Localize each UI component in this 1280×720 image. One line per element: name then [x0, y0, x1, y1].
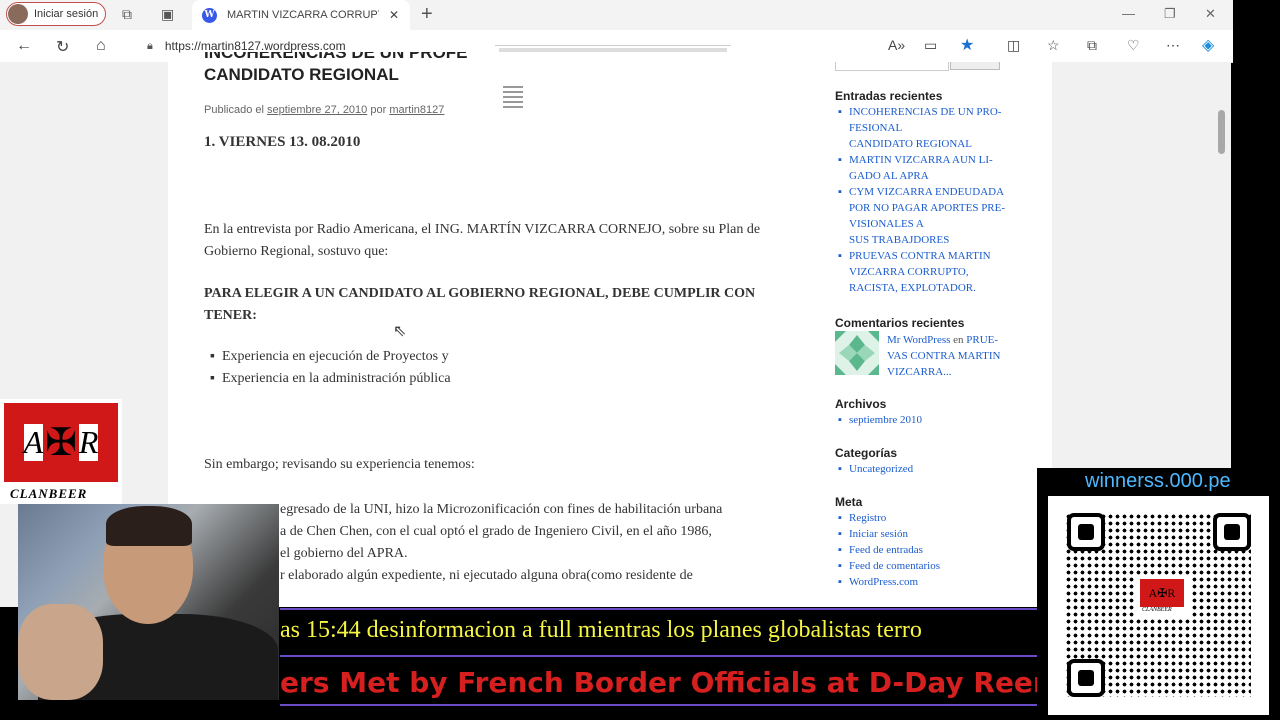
- recent-post-link[interactable]: ▪ PRUEVAS CONTRA MARTIN VIZCARRA CORRUPTO,…: [838, 248, 1018, 296]
- meta-link[interactable]: ▪ Iniciar sesión: [838, 526, 978, 542]
- workspaces-icon[interactable]: ⧉: [122, 6, 132, 23]
- commenter-avatar: [835, 331, 879, 375]
- recent-posts-title: Entradas recientes: [835, 89, 943, 103]
- comment-post-link[interactable]: PRUE-: [966, 334, 998, 346]
- left-black-strip: [0, 607, 18, 720]
- tab-close-icon[interactable]: ✕: [389, 8, 399, 22]
- meta-title: Meta: [835, 495, 863, 509]
- active-tab[interactable]: W MARTIN VIZCARRA CORRUPTO, R ✕: [192, 0, 410, 30]
- mouse-cursor-icon: ⇖: [393, 323, 407, 340]
- copilot-icon[interactable]: ◈: [1202, 35, 1214, 55]
- embedded-screenshot-image: [495, 45, 731, 138]
- logo-banner: A ✠ R: [0, 399, 122, 486]
- recent-post-link[interactable]: ▪ INCOHERENCIAS DE UN PRO- FESIONAL CANDIDA…: [838, 104, 1018, 152]
- edge-right-strip: [1233, 0, 1280, 468]
- post-author-link[interactable]: martin8127: [389, 104, 444, 116]
- tab-actions-icon[interactable]: ▣: [161, 6, 174, 23]
- search-button[interactable]: [950, 62, 1000, 70]
- tab-title: MARTIN VIZCARRA CORRUPTO, R: [227, 9, 379, 21]
- close-window-icon[interactable]: ✕: [1205, 6, 1216, 22]
- paragraph-experience: Sin embargo; revisando su experiencia te…: [204, 457, 475, 472]
- qr-center-logo: A ✠ R CLANBEER: [1136, 575, 1192, 617]
- list-item: ▪ Experiencia en la administración públi…: [210, 371, 451, 386]
- categories-title: Categorías: [835, 446, 898, 460]
- scrollbar-thumb[interactable]: [1218, 110, 1225, 154]
- refresh-icon[interactable]: ↻: [56, 37, 69, 57]
- qr-finder-pattern: [1067, 513, 1105, 551]
- paragraph-requirements: PARA ELEGIR A UN CANDIDATO AL GOBIERNO R…: [204, 286, 756, 323]
- recent-comments-title: Comentarios recientes: [835, 316, 965, 330]
- recent-post-link[interactable]: ▪ CYM VIZCARRA ENDEUDADA POR NO PAGAR APOR…: [838, 184, 1018, 248]
- archives-title: Archivos: [835, 397, 887, 411]
- minimize-icon[interactable]: —: [1122, 6, 1135, 21]
- new-tab-icon[interactable]: +: [421, 3, 433, 26]
- back-icon[interactable]: ←: [16, 37, 32, 55]
- meta-link[interactable]: ▪ Feed de entradas: [838, 542, 978, 558]
- split-screen-icon[interactable]: ◫: [1007, 37, 1020, 54]
- wordpress-favicon-icon: W: [202, 7, 217, 23]
- comment-author-link[interactable]: Mr WordPress: [887, 334, 950, 346]
- meta-link[interactable]: ▪ Registro: [838, 510, 978, 526]
- meta-links-list: ▪ Registro ▪ Iniciar sesión ▪ Feed de entra…: [838, 510, 978, 590]
- post-title: INCOHERENCIAS DE UN PROFE CANDIDATO REGI…: [204, 52, 468, 84]
- home-icon[interactable]: ⌂: [96, 37, 106, 55]
- more-menu-icon[interactable]: ⋯: [1166, 37, 1180, 54]
- numbered-item: 1. VIERNES 13. 08.2010: [204, 134, 361, 150]
- favorite-star-icon[interactable]: ★: [960, 35, 974, 55]
- favorites-icon[interactable]: ☆: [1047, 37, 1060, 54]
- meta-link[interactable]: ▪ WordPress.com: [838, 574, 978, 590]
- post-meta: Publicado el septiembre 27, 2010 por mar…: [204, 104, 445, 116]
- paragraph-interview: En la entrevista por Radio Americana, el…: [204, 222, 761, 259]
- recent-post-link[interactable]: ▪ MARTIN VIZCARRA AUN LI- GADO AL APRA: [838, 152, 1018, 184]
- browser-essentials-icon[interactable]: ♡: [1127, 37, 1140, 54]
- post-date-link[interactable]: septiembre 27, 2010: [267, 104, 367, 116]
- profile-avatar: [8, 4, 28, 24]
- immersive-reader-icon[interactable]: ▭: [924, 37, 937, 54]
- paragraph-details: egresado de la UNI, hizo la Microzonific…: [280, 502, 723, 583]
- iron-cross-icon: ✠: [45, 422, 77, 464]
- restore-icon[interactable]: ❐: [1164, 6, 1176, 22]
- search-input[interactable]: [835, 62, 949, 71]
- archive-link[interactable]: ▪ septiembre 2010: [838, 412, 922, 428]
- signin-label: Iniciar sesión: [34, 8, 99, 20]
- news-ticker-yellow: as 15:44 desinformacion a full mientras …: [280, 608, 1037, 657]
- qr-finder-pattern: [1067, 659, 1105, 697]
- list-item: ▪ Experiencia en ejecución de Proyectos …: [210, 349, 449, 364]
- qr-finder-pattern: [1213, 513, 1251, 551]
- lock-icon: 🔒︎: [147, 39, 153, 52]
- category-link[interactable]: ▪ Uncategorized: [838, 461, 913, 477]
- read-aloud-icon[interactable]: A»: [888, 37, 905, 53]
- webcam-feed: [18, 504, 279, 700]
- qr-url-label: winnerss.000.pe: [1085, 470, 1231, 492]
- recent-comment: Mr WordPress en PRUE- VAS CONTRA MARTIN …: [887, 334, 1001, 378]
- tab-bar: [0, 0, 1233, 30]
- profile-signin-button[interactable]: Iniciar sesión: [6, 2, 106, 26]
- meta-link[interactable]: ▪ Feed de comentarios: [838, 558, 978, 574]
- collections-icon[interactable]: ⧉: [1087, 37, 1097, 54]
- logo-text: CLANBEER: [10, 486, 88, 501]
- url-text: https://martin8127.wordpress.com: [164, 39, 346, 53]
- news-ticker-red: ers Met by French Border Officials at D-…: [280, 664, 1037, 706]
- recent-posts-list: ▪ INCOHERENCIAS DE UN PRO- FESIONAL CANDIDA…: [838, 104, 1018, 296]
